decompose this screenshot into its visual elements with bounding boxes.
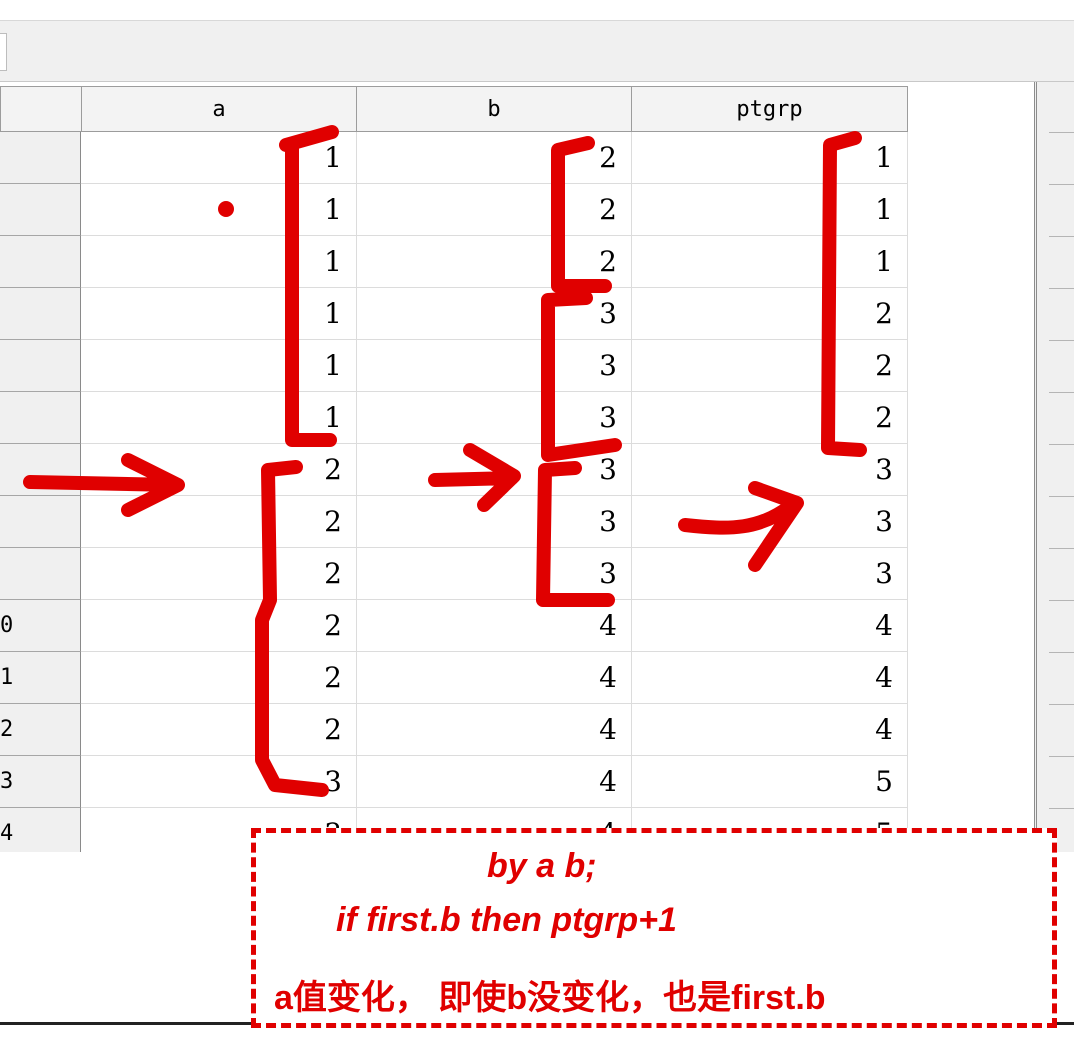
panel-row-line [1049, 288, 1074, 289]
cell-a[interactable]: 3 [81, 756, 357, 808]
panel-row-line [1049, 704, 1074, 705]
toolbar-field-edge[interactable] [0, 33, 7, 71]
panel-row-line [1049, 496, 1074, 497]
cell-b[interactable]: 4 [356, 756, 632, 808]
cell-a[interactable]: 2 [81, 652, 357, 704]
row-number[interactable] [0, 288, 81, 340]
cell-ptgrp[interactable]: 4 [631, 600, 908, 652]
column-header-ptgrp[interactable]: ptgrp [631, 86, 908, 132]
row-number[interactable] [0, 548, 81, 600]
panel-row-line [1049, 132, 1074, 133]
row-number[interactable]: 1 [0, 652, 81, 704]
cell-b[interactable]: 3 [356, 496, 632, 548]
cell-a[interactable]: 1 [81, 392, 357, 444]
row-number[interactable] [0, 132, 81, 184]
corner-header[interactable] [0, 86, 82, 132]
row-number[interactable]: 3 [0, 756, 81, 808]
annotation-line-explain: a值变化， 即使b没变化，也是first.b [274, 979, 826, 1017]
row-number[interactable] [0, 236, 81, 288]
cell-a[interactable]: 1 [81, 236, 357, 288]
panel-row-line [1049, 184, 1074, 185]
cell-b[interactable]: 4 [356, 600, 632, 652]
cell-b[interactable]: 2 [356, 184, 632, 236]
cell-ptgrp[interactable]: 1 [631, 184, 908, 236]
cell-a[interactable]: 1 [81, 132, 357, 184]
cell-b[interactable]: 2 [356, 236, 632, 288]
cell-b[interactable]: 3 [356, 288, 632, 340]
cell-ptgrp[interactable]: 3 [631, 444, 908, 496]
cell-b[interactable]: 2 [356, 132, 632, 184]
row-number[interactable] [0, 496, 81, 548]
panel-row-line [1049, 548, 1074, 549]
cell-a[interactable]: 1 [81, 340, 357, 392]
cell-ptgrp[interactable]: 2 [631, 340, 908, 392]
cell-ptgrp[interactable]: 4 [631, 652, 908, 704]
cell-ptgrp[interactable]: 3 [631, 496, 908, 548]
cell-a[interactable]: 1 [81, 288, 357, 340]
cell-ptgrp[interactable]: 2 [631, 288, 908, 340]
annotation-line-by: by a b; [487, 847, 597, 885]
column-header-a[interactable]: a [81, 86, 357, 132]
cell-b[interactable]: 3 [356, 444, 632, 496]
cell-b[interactable]: 3 [356, 548, 632, 600]
cell-ptgrp[interactable]: 5 [631, 756, 908, 808]
row-number[interactable] [0, 184, 81, 236]
row-number[interactable] [0, 340, 81, 392]
panel-row-line [1049, 600, 1074, 601]
cell-a[interactable]: 2 [81, 496, 357, 548]
panel-row-line [1049, 756, 1074, 757]
row-number[interactable]: 0 [0, 600, 81, 652]
cell-a[interactable]: 2 [81, 548, 357, 600]
window-top-bar [0, 0, 1074, 21]
data-grid: a b ptgrp 121121121132132132233233233024… [0, 82, 1074, 852]
row-number[interactable] [0, 392, 81, 444]
cell-b[interactable]: 3 [356, 392, 632, 444]
cell-ptgrp[interactable]: 4 [631, 704, 908, 756]
cell-ptgrp[interactable]: 3 [631, 548, 908, 600]
column-header-b[interactable]: b [356, 86, 632, 132]
annotation-box: by a b; if first.b then ptgrp+1 a值变化， 即使… [251, 828, 1057, 1028]
cell-a[interactable]: 2 [81, 600, 357, 652]
row-number[interactable]: 4 [0, 808, 81, 852]
cell-ptgrp[interactable]: 1 [631, 236, 908, 288]
cell-a[interactable]: 2 [81, 704, 357, 756]
panel-row-line [1049, 808, 1074, 809]
cell-b[interactable]: 4 [356, 704, 632, 756]
cell-b[interactable]: 4 [356, 652, 632, 704]
cell-a[interactable]: 1 [81, 184, 357, 236]
row-number[interactable]: 2 [0, 704, 81, 756]
row-number[interactable] [0, 444, 81, 496]
panel-row-line [1049, 392, 1074, 393]
toolbar [0, 21, 1074, 82]
panel-row-line [1049, 236, 1074, 237]
cell-ptgrp[interactable]: 2 [631, 392, 908, 444]
cell-a[interactable]: 2 [81, 444, 357, 496]
cell-b[interactable]: 3 [356, 340, 632, 392]
annotation-line-if: if first.b then ptgrp+1 [336, 901, 677, 939]
panel-row-line [1049, 652, 1074, 653]
cell-ptgrp[interactable]: 1 [631, 132, 908, 184]
panel-row-line [1049, 444, 1074, 445]
right-scroll-panel[interactable] [1034, 82, 1074, 861]
panel-row-line [1049, 340, 1074, 341]
